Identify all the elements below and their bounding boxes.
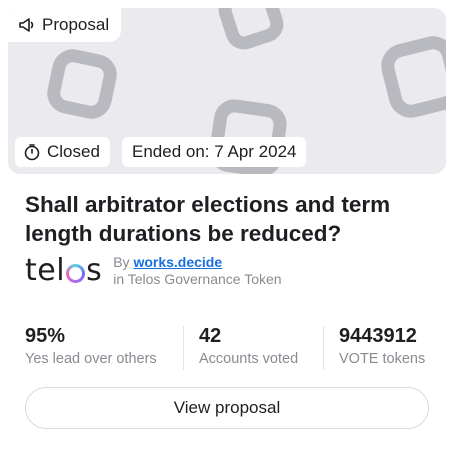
end-date-badge: Ended on: 7 Apr 2024	[122, 137, 307, 167]
telos-logo-prefix: tel	[25, 253, 66, 288]
telos-logo-ring	[66, 264, 85, 283]
proposal-title: Shall arbitrator elections and term leng…	[25, 192, 391, 246]
stat-label: VOTE tokens	[339, 351, 426, 367]
megaphone-icon	[18, 16, 36, 34]
author-by-prefix: By	[113, 254, 130, 270]
telos-logo-suffix: s	[86, 253, 103, 288]
token-line: in Telos Governance Token	[113, 271, 282, 287]
author-link[interactable]: works.decide	[133, 254, 222, 270]
stat-accounts-voted: 42 Accounts voted	[199, 324, 298, 372]
stat-value: 9443912	[339, 325, 417, 347]
stat-value: 42	[199, 325, 222, 347]
proposal-card[interactable]: Proposal Closed Ended on: 7 Apr 2024 Sha…	[0, 0, 455, 457]
stat-value: 95%	[25, 325, 66, 347]
status-badge: Closed	[15, 137, 110, 167]
end-date-label: Ended on: 7 Apr 2024	[132, 142, 297, 161]
view-proposal-button[interactable]: View proposal	[25, 387, 429, 429]
stat-divider	[323, 326, 324, 370]
proposal-stats: 95% Yes lead over others 42 Accounts vot…	[25, 324, 435, 372]
author-line: By works.decide	[113, 254, 281, 271]
stat-label: Accounts voted	[199, 351, 299, 367]
stat-label: Yes lead over others	[25, 351, 157, 367]
proposal-type-label: Proposal	[42, 15, 110, 34]
stat-vote-tokens: 9443912 VOTE tokens	[339, 324, 425, 372]
author-meta: By works.decide in Telos Governance Toke…	[113, 254, 281, 288]
proposal-type-badge: Proposal	[8, 8, 122, 42]
stat-yes-lead: 95% Yes lead over others	[25, 324, 157, 372]
author-row: tel s By works.decide in Telos Governance…	[25, 254, 282, 288]
telos-logo: tel s	[25, 256, 102, 286]
status-label: Closed	[47, 142, 100, 161]
stopwatch-icon	[23, 143, 41, 161]
stat-divider	[183, 326, 184, 370]
